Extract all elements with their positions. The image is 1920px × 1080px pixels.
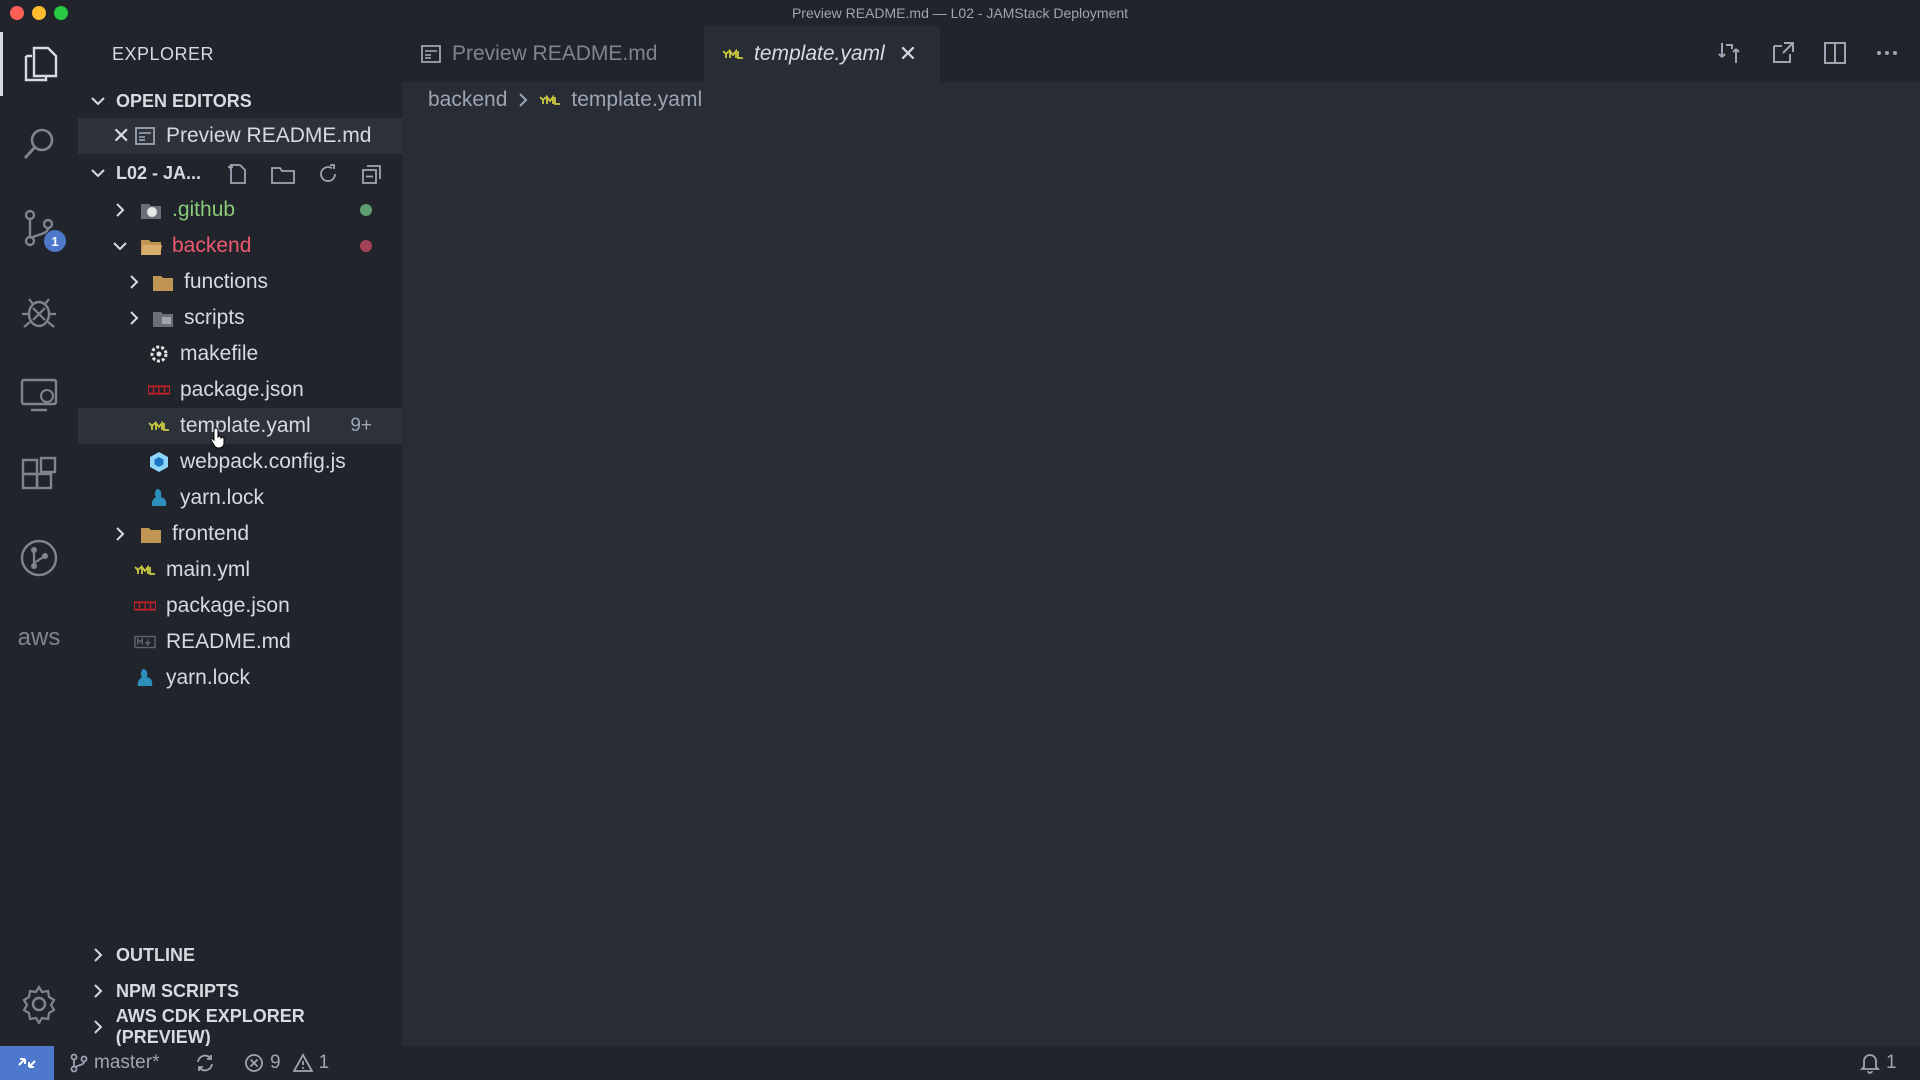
folder-open-icon (140, 236, 162, 256)
problems-indicator[interactable]: 9 1 (244, 1046, 329, 1080)
yarn-icon (148, 488, 170, 508)
search-icon[interactable] (0, 112, 78, 176)
editor-actions (1718, 40, 1900, 66)
extensions-icon[interactable] (0, 444, 78, 508)
more-actions-icon[interactable] (1874, 40, 1900, 66)
git-status-dot (360, 240, 372, 252)
error-icon (245, 1054, 263, 1072)
chevron-right-icon (519, 93, 528, 107)
yaml-icon (539, 90, 561, 110)
breadcrumb-file[interactable]: template.yaml (571, 88, 702, 112)
tree-folder-backend[interactable]: backend (78, 228, 402, 264)
debug-icon[interactable] (0, 280, 78, 344)
bell-icon (1860, 1054, 1880, 1074)
chevron-right-icon (116, 203, 125, 217)
makefile-icon (148, 344, 170, 364)
folder-icon (152, 272, 174, 292)
git-branch-icon (70, 1053, 88, 1073)
chevron-right-icon (116, 527, 125, 541)
npm-icon (134, 596, 156, 616)
breadcrumb-folder[interactable]: backend (428, 88, 507, 112)
status-bar: master* 9 1 1 (0, 1046, 1920, 1080)
explorer-sidebar: EXPLORER OPEN EDITORS ✕ Preview README.m… (78, 26, 402, 1047)
new-file-icon[interactable] (226, 162, 250, 186)
webpack-icon (148, 452, 170, 472)
scripts-folder-icon (152, 308, 174, 328)
yaml-icon (148, 416, 170, 436)
remote-indicator[interactable] (0, 1046, 54, 1080)
aws-cdk-explorer-panel-header[interactable]: AWS CDK EXPLORER (PREVIEW) (78, 1006, 402, 1047)
chevron-down-icon (91, 169, 105, 178)
explorer-title: EXPLORER (112, 44, 215, 64)
yaml-icon (134, 560, 156, 580)
tree-file-package-json[interactable]: package.json (78, 372, 402, 408)
open-changes-icon[interactable] (1718, 40, 1744, 66)
chevron-right-icon (130, 311, 139, 325)
explorer-icon[interactable] (0, 32, 78, 96)
yaml-icon (722, 44, 744, 64)
tree-file-package-json[interactable]: package.json (78, 588, 402, 624)
collapse-all-icon[interactable] (360, 162, 384, 186)
explorer-toolbar (226, 162, 384, 186)
chevron-down-icon (113, 242, 127, 251)
editor-area: Preview README.md template.yaml ✕ backen… (402, 26, 1920, 1046)
tree-file-yarn-lock[interactable]: yarn.lock (78, 480, 402, 516)
activity-bar: 1 aws (0, 26, 78, 1046)
folder-icon (140, 524, 162, 544)
preview-icon (134, 126, 156, 146)
mouse-pointer-icon (210, 427, 225, 449)
source-control-icon[interactable]: 1 (0, 196, 78, 260)
refresh-icon[interactable] (316, 162, 340, 186)
tree-folder-functions[interactable]: functions (78, 264, 402, 300)
warning-icon (292, 1053, 313, 1072)
aws-icon[interactable]: aws (0, 606, 78, 670)
tree-file-yarn-lock[interactable]: yarn.lock (78, 660, 402, 696)
npm-icon (148, 380, 170, 400)
tab-bar: Preview README.md template.yaml ✕ (402, 26, 1920, 82)
tree-folder-frontend[interactable]: frontend (78, 516, 402, 552)
source-control-badge: 1 (44, 230, 66, 252)
chevron-down-icon (91, 97, 105, 106)
settings-gear-icon[interactable] (0, 972, 78, 1036)
title-bar: Preview README.md — L02 - JAMStack Deplo… (0, 0, 1920, 26)
problems-count-badge: 9+ (350, 415, 372, 436)
notifications-button[interactable]: 1 (1860, 1046, 1897, 1080)
close-icon[interactable]: ✕ (112, 123, 134, 149)
git-graph-icon[interactable] (0, 526, 78, 590)
outline-panel-header[interactable]: OUTLINE (78, 938, 402, 972)
tab-preview-readme[interactable]: Preview README.md (402, 26, 704, 82)
tree-file-webpack-config[interactable]: webpack.config.js (78, 444, 402, 480)
preview-icon (420, 44, 442, 64)
npm-scripts-panel-header[interactable]: NPM SCRIPTS (78, 974, 402, 1008)
markdown-icon (134, 632, 156, 652)
split-editor-icon[interactable] (1822, 40, 1848, 66)
chevron-right-icon (94, 1020, 103, 1034)
open-editors-header[interactable]: OPEN EDITORS (78, 84, 402, 118)
tree-file-main-yml[interactable]: main.yml (78, 552, 402, 588)
tree-folder-scripts[interactable]: scripts (78, 300, 402, 336)
chevron-right-icon (130, 275, 139, 289)
remote-explorer-icon[interactable] (0, 362, 78, 426)
tab-template-yaml[interactable]: template.yaml ✕ (704, 26, 940, 82)
sync-icon (197, 1054, 213, 1072)
remote-icon (18, 1058, 36, 1068)
tree-file-readme[interactable]: README.md (78, 624, 402, 660)
breadcrumb: backend template.yaml (428, 88, 702, 112)
open-editor-item[interactable]: ✕ Preview README.md (78, 118, 402, 154)
git-status-dot (360, 204, 372, 216)
open-file-icon[interactable] (1770, 40, 1796, 66)
tree-file-template-yaml[interactable]: template.yaml 9+ (78, 408, 402, 444)
tree-file-makefile[interactable]: makefile (78, 336, 402, 372)
close-tab-icon[interactable]: ✕ (899, 41, 917, 67)
tree-folder-github[interactable]: .github (78, 192, 402, 228)
sync-button[interactable] (194, 1046, 216, 1080)
chevron-right-icon (94, 984, 103, 998)
new-folder-icon[interactable] (270, 162, 296, 186)
github-folder-icon (140, 200, 162, 220)
window-title: Preview README.md — L02 - JAMStack Deplo… (791, 5, 1129, 21)
chevron-right-icon (94, 948, 103, 962)
branch-indicator[interactable]: master* (70, 1046, 159, 1080)
yarn-icon (134, 668, 156, 688)
